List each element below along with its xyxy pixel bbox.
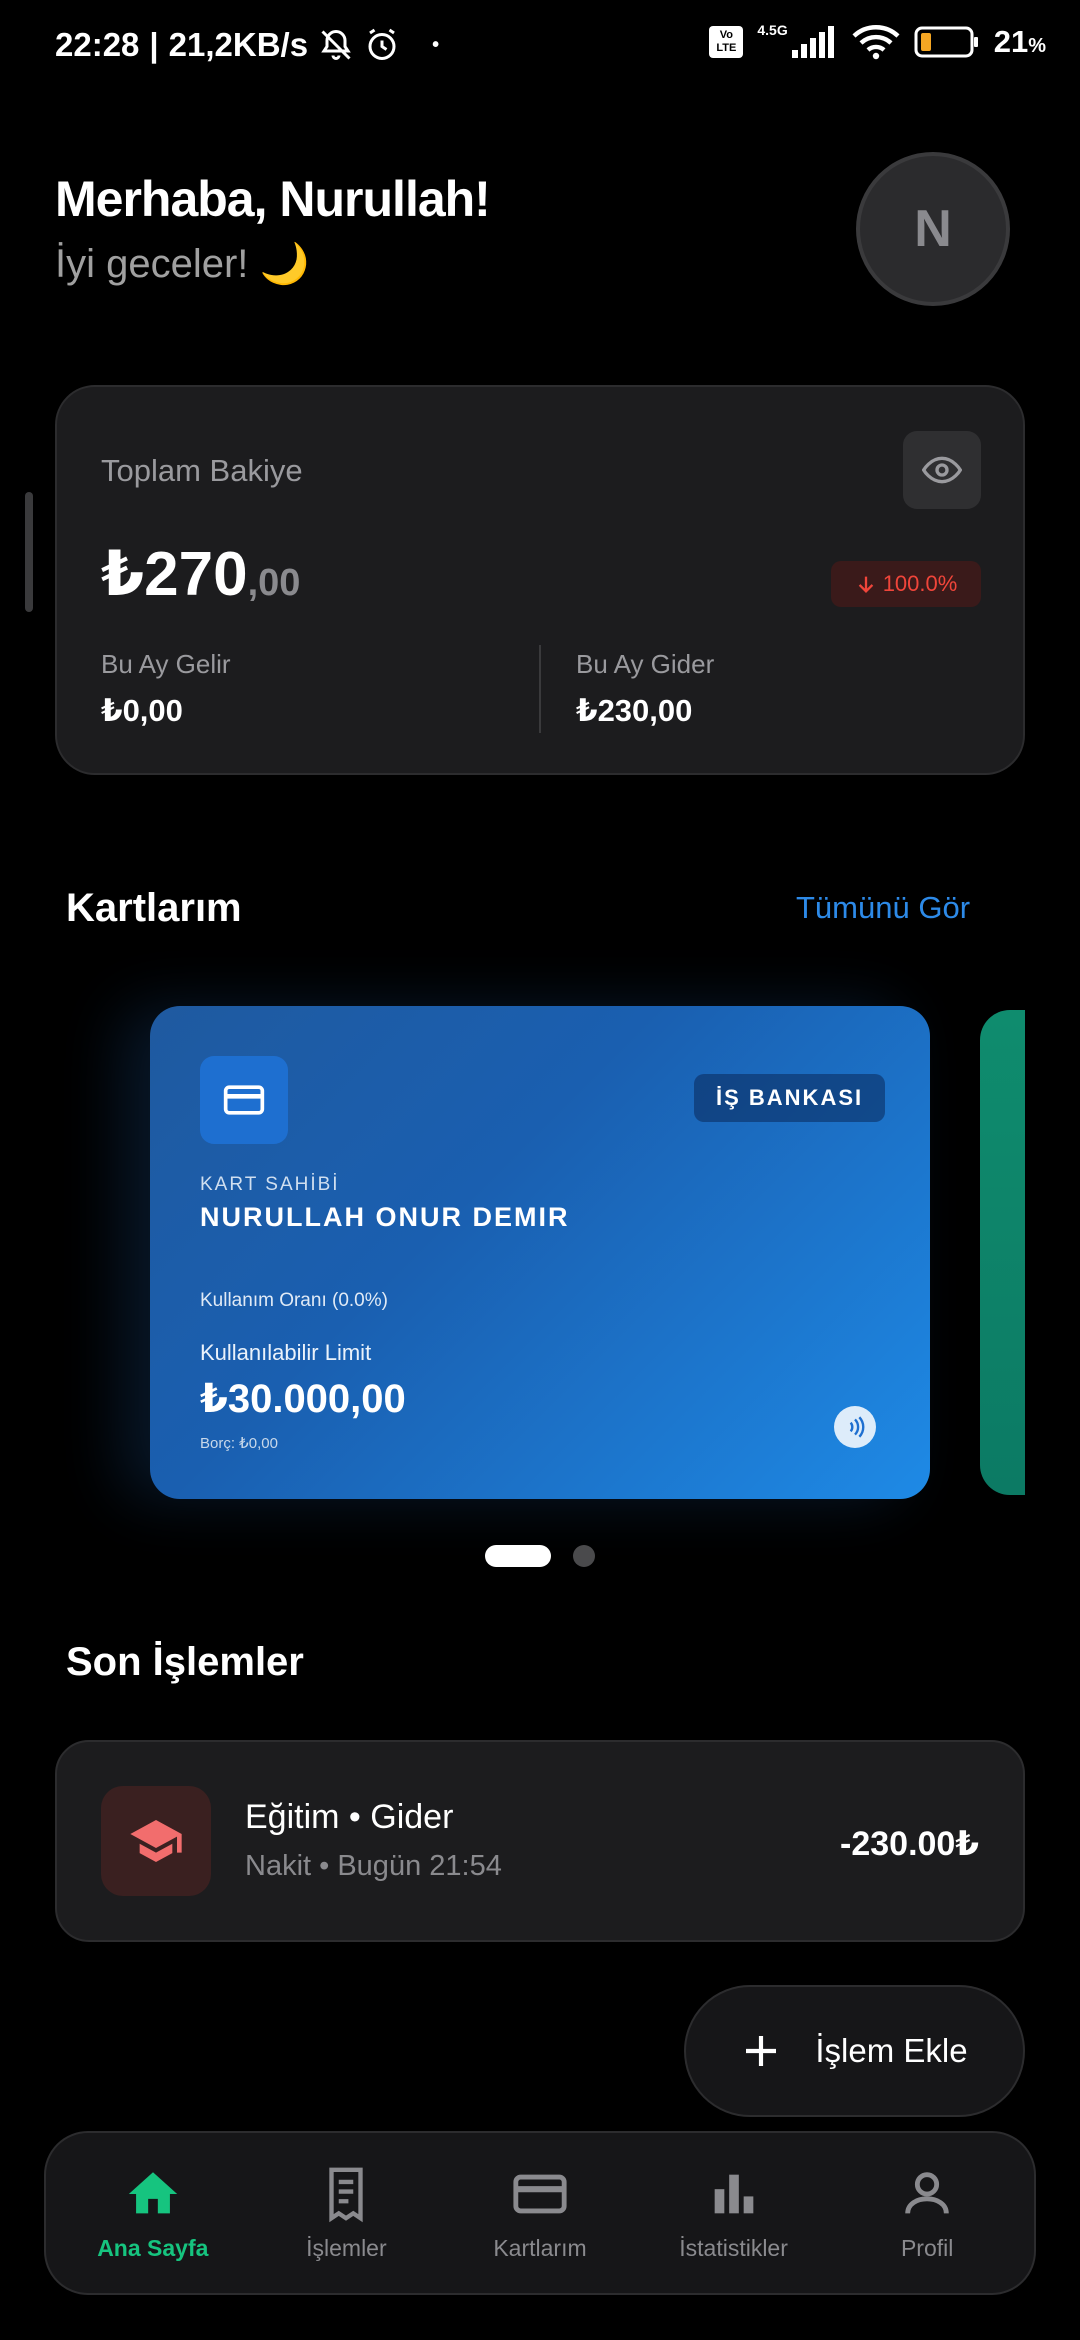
- balance-label: Toplam Bakiye: [101, 453, 303, 488]
- change-badge: 100.0%: [831, 561, 981, 607]
- balance-card: Toplam Bakiye ₺270,00 100.0% Bu Ay Gelir…: [55, 385, 1025, 775]
- transaction-item[interactable]: Eğitim • Gider Nakit • Bugün 21:54 -230.…: [55, 1740, 1025, 1942]
- income-label: Bu Ay Gelir: [101, 649, 231, 679]
- clock: 22:28: [55, 26, 140, 63]
- see-all-link[interactable]: Tümünü Gör: [796, 890, 970, 926]
- scroll-indicator: [25, 492, 33, 612]
- cards-section-title: Kartlarım: [66, 886, 242, 930]
- wifi-icon: [852, 25, 900, 60]
- nav-profile[interactable]: Profil: [837, 2165, 1017, 2262]
- nav-label: Ana Sayfa: [97, 2234, 209, 2261]
- graduation-cap-icon: [130, 1820, 182, 1862]
- contactless-icon: [834, 1406, 876, 1448]
- signal-icon: [791, 26, 834, 58]
- home-icon: [128, 2171, 177, 2213]
- alarm-icon: [368, 28, 396, 60]
- carousel-dot[interactable]: [573, 1545, 595, 1567]
- add-transaction-button[interactable]: İşlem Ekle: [684, 1985, 1025, 2117]
- card-holder-name: NURULLAH ONUR DEMIR: [200, 1202, 570, 1232]
- education-icon-box: [101, 1786, 211, 1896]
- receipt-icon: [329, 2167, 364, 2222]
- income-value: ₺0,00: [101, 693, 183, 728]
- divider: [539, 645, 541, 733]
- card-icon-box: [200, 1056, 288, 1144]
- nav-label: Profil: [900, 2234, 954, 2261]
- balance-amount: ₺270,00: [101, 540, 301, 609]
- dot-indicator: •: [432, 33, 440, 56]
- arrow-down-icon: [858, 576, 873, 593]
- transaction-title: Eğitim • Gider: [245, 1798, 454, 1836]
- carousel-dot-active[interactable]: [485, 1545, 551, 1567]
- toggle-visibility-button[interactable]: [903, 431, 981, 509]
- add-transaction-label: İşlem Ekle: [815, 2032, 968, 2069]
- card-holder-label: KART SAHİBİ: [200, 1174, 340, 1195]
- nav-label: Kartlarım: [493, 2234, 587, 2261]
- avatar[interactable]: N: [856, 152, 1010, 306]
- status-bar-right: Vo LTE 4.5G 21%: [709, 22, 1046, 60]
- network-type: 4.5G: [757, 22, 788, 38]
- nav-label: İşlemler: [306, 2234, 387, 2261]
- nav-transactions[interactable]: İşlemler: [256, 2165, 436, 2262]
- person-icon: [905, 2171, 949, 2214]
- bottom-navigation: Ana Sayfa İşlemler Kartlarım İstatistikl…: [44, 2131, 1036, 2295]
- eye-icon: [922, 456, 962, 484]
- transactions-section-title: Son İşlemler: [66, 1640, 304, 1684]
- greeting-title: Merhaba, Nurullah!: [55, 171, 491, 227]
- limit-value: ₺30.000,00: [200, 1377, 406, 1421]
- credit-card-icon: [223, 1085, 265, 1115]
- nav-label: İstatistikler: [679, 2234, 788, 2261]
- bank-name-badge: İŞ BANKASI: [694, 1074, 886, 1122]
- expense-value: ₺230,00: [576, 693, 693, 728]
- usage-rate: Kullanım Oranı (0.0%): [200, 1290, 388, 1311]
- bell-muted-icon: [321, 29, 351, 60]
- transaction-subtitle: Nakit • Bugün 21:54: [245, 1850, 502, 1882]
- battery-level: 21%: [993, 24, 1046, 59]
- nav-cards[interactable]: Kartlarım: [450, 2165, 630, 2262]
- credit-card-icon: [513, 2174, 567, 2213]
- battery-icon: [914, 26, 978, 58]
- expense-label: Bu Ay Gider: [576, 649, 715, 679]
- debt-text: Borç: ₺0,00: [200, 1435, 278, 1452]
- nav-statistics[interactable]: İstatistikler: [644, 2165, 824, 2262]
- transaction-amount: -230.00₺: [840, 1825, 979, 1863]
- bar-chart-icon: [714, 2174, 753, 2213]
- network-speed: 21,2KB/s: [168, 26, 309, 63]
- limit-label: Kullanılabilir Limit: [200, 1340, 372, 1365]
- nav-home[interactable]: Ana Sayfa: [63, 2165, 243, 2262]
- plus-icon: [746, 2036, 777, 2066]
- status-bar: 22:28 | 21,2KB/s • Vo LTE 4.5G 21%: [0, 0, 1080, 96]
- status-bar-left: 22:28 | 21,2KB/s •: [55, 26, 440, 63]
- next-card-peek[interactable]: [980, 1010, 1025, 1495]
- greeting-subtitle: İyi geceler! 🌙: [55, 242, 310, 286]
- bank-card[interactable]: İŞ BANKASI KART SAHİBİ NURULLAH ONUR DEM…: [150, 1006, 930, 1499]
- volte-badge: Vo LTE: [709, 26, 744, 58]
